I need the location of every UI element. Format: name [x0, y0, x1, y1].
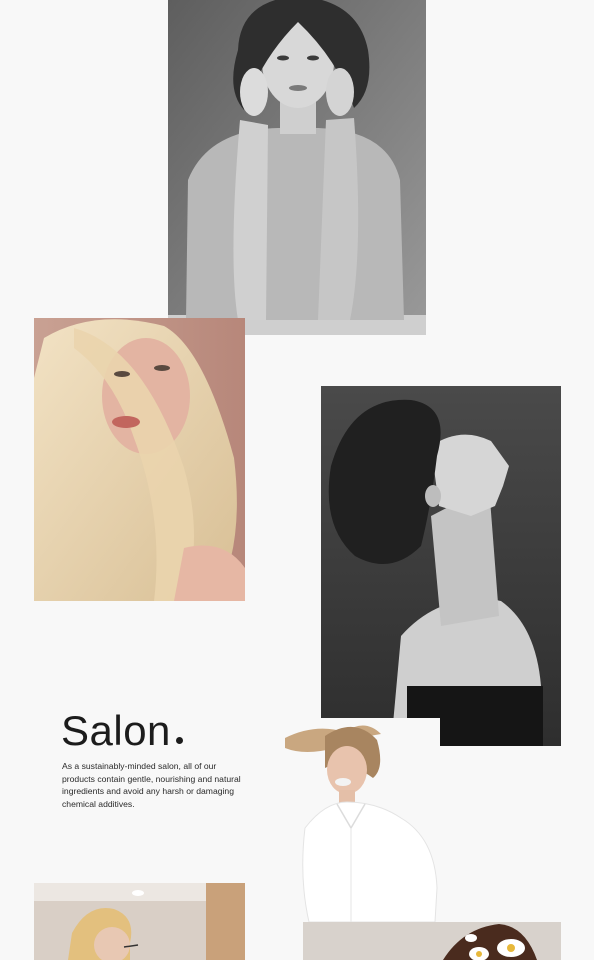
salon-heading: Salon — [61, 706, 183, 756]
curly-hair-portrait-photo — [168, 0, 426, 335]
floral-hair-photo — [303, 922, 561, 960]
blonde-hair-portrait-photo — [34, 318, 245, 601]
updo-profile-portrait-photo — [321, 386, 561, 746]
salon-description: As a sustainably-minded salon, all of ou… — [62, 761, 241, 809]
windblown-hair-laughing-photo — [285, 718, 440, 922]
heading-dot-accent — [175, 737, 183, 744]
salon-interior-photo — [34, 883, 245, 960]
salon-heading-text: Salon — [61, 707, 171, 754]
